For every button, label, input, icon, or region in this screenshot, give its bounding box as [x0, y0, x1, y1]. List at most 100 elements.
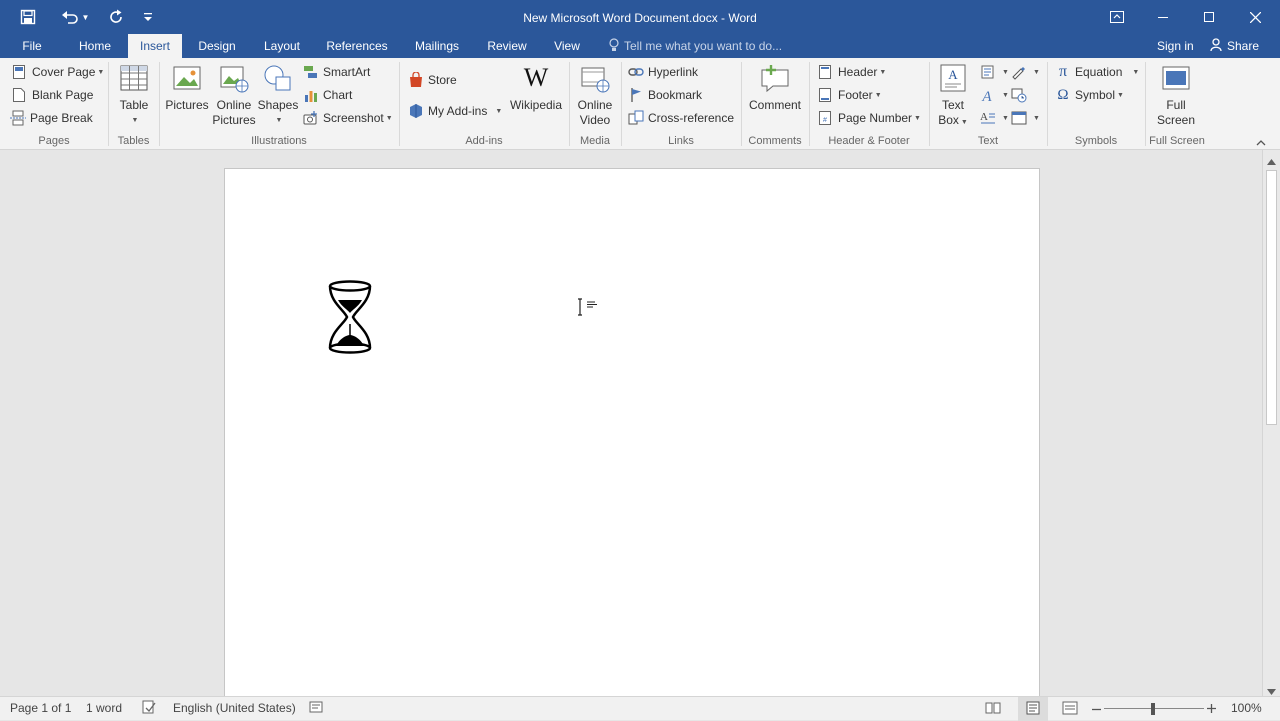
online-pictures-label-line2: Pictures: [212, 113, 256, 127]
full-screen-button[interactable]: Full Screen: [1152, 62, 1200, 128]
cross-reference-icon: [628, 110, 644, 126]
cover-page-button[interactable]: Cover Page ▼: [12, 62, 104, 82]
tab-file[interactable]: File: [12, 34, 52, 58]
zoom-level[interactable]: 100%: [1231, 697, 1262, 721]
cross-reference-label: Cross-reference: [648, 111, 735, 125]
word-count[interactable]: 1 word: [86, 697, 122, 721]
blank-page-button[interactable]: Blank Page: [12, 85, 93, 105]
bookmark-label: Bookmark: [648, 88, 703, 102]
save-icon: [20, 9, 36, 25]
language-indicator[interactable]: English (United States): [173, 697, 296, 721]
online-video-label-line2: Video: [579, 113, 611, 127]
hyperlink-button[interactable]: Hyperlink: [628, 62, 698, 82]
table-button[interactable]: Table ▼: [114, 62, 154, 128]
shapes-button[interactable]: Shapes ▼: [257, 62, 299, 128]
group-label-media: Media: [580, 135, 610, 147]
tab-home[interactable]: Home: [70, 34, 120, 58]
page-break-button[interactable]: Page Break: [10, 108, 93, 128]
plus-icon: [1207, 704, 1216, 713]
smartart-label: SmartArt: [323, 65, 371, 79]
chart-button[interactable]: Chart: [303, 85, 352, 105]
online-video-button[interactable]: Online Video: [573, 62, 617, 128]
symbol-button[interactable]: Ω Symbol ▼: [1055, 85, 1124, 105]
smartart-button[interactable]: SmartArt: [303, 62, 370, 82]
document-page[interactable]: [224, 168, 1040, 708]
zoom-slider-thumb[interactable]: [1151, 703, 1155, 715]
tab-mailings[interactable]: Mailings: [404, 34, 470, 58]
scroll-up-icon[interactable]: [1267, 154, 1276, 168]
table-dropdown-icon: ▼: [131, 117, 139, 124]
scrollbar-thumb[interactable]: [1266, 170, 1277, 425]
symbol-label: Symbol: [1075, 88, 1116, 102]
tab-insert[interactable]: Insert: [128, 34, 182, 58]
ribbon-display-options-button[interactable]: [1094, 0, 1140, 34]
sign-in-link[interactable]: Sign in: [1157, 34, 1194, 58]
zoom-out-button[interactable]: [1092, 697, 1101, 721]
quick-parts-button[interactable]: ▼: [980, 62, 1009, 82]
save-button[interactable]: [0, 2, 56, 32]
web-layout-button[interactable]: [1062, 697, 1078, 721]
quick-parts-icon: [980, 64, 996, 80]
person-icon: [1210, 38, 1222, 52]
share-button[interactable]: Share: [1210, 34, 1259, 58]
store-button[interactable]: Store: [408, 70, 457, 90]
wordart-button[interactable]: A ▼: [980, 85, 1009, 105]
screenshot-label: Screenshot: [323, 111, 384, 125]
undo-button[interactable]: ▼: [56, 2, 94, 32]
wordart-dropdown-icon: ▼: [1002, 91, 1009, 99]
wordart-icon: A: [980, 87, 996, 105]
tab-references[interactable]: References: [320, 34, 394, 58]
cross-reference-button[interactable]: Cross-reference: [628, 108, 734, 128]
my-addins-button[interactable]: My Add-ins ▼: [408, 101, 502, 121]
page-count[interactable]: Page 1 of 1: [10, 697, 71, 721]
tab-design[interactable]: Design: [190, 34, 244, 58]
page-number-button[interactable]: # Page Number ▼: [818, 108, 921, 128]
text-box-button[interactable]: A Text Box ▼: [934, 62, 972, 130]
signature-line-button[interactable]: ▼: [1011, 62, 1040, 82]
customize-qat-button[interactable]: [138, 2, 158, 32]
zoom-in-button[interactable]: [1207, 697, 1216, 721]
screenshot-button[interactable]: Screenshot ▼: [303, 108, 393, 128]
macro-recording-status[interactable]: [309, 697, 323, 721]
online-pictures-label-line1: Online: [216, 98, 252, 112]
online-pictures-button[interactable]: Online Pictures: [211, 62, 257, 128]
group-divider: [741, 62, 742, 146]
undo-dropdown-icon[interactable]: ▼: [82, 13, 90, 22]
read-mode-button[interactable]: [985, 697, 1001, 721]
date-time-button[interactable]: [1011, 85, 1031, 105]
group-divider: [569, 62, 570, 146]
object-button[interactable]: ▼: [1011, 108, 1040, 128]
proofing-status[interactable]: [142, 697, 156, 721]
pictures-button[interactable]: Pictures: [164, 62, 210, 113]
tell-me-search[interactable]: Tell me what you want to do...: [608, 34, 782, 58]
share-label: Share: [1227, 39, 1260, 53]
group-label-links: Links: [668, 135, 694, 147]
maximize-button[interactable]: [1186, 0, 1232, 34]
close-icon: [1249, 11, 1261, 23]
online-video-icon: [579, 62, 611, 94]
cover-page-icon: [12, 64, 28, 80]
footer-button[interactable]: Footer ▼: [818, 85, 882, 105]
bookmark-button[interactable]: Bookmark: [628, 85, 702, 105]
collapse-ribbon-button[interactable]: [1256, 136, 1266, 150]
vertical-scrollbar[interactable]: [1262, 150, 1280, 696]
tab-layout[interactable]: Layout: [254, 34, 310, 58]
drop-cap-button[interactable]: A ▼: [980, 108, 1009, 128]
shapes-icon: [262, 62, 294, 94]
group-divider: [809, 62, 810, 146]
redo-button[interactable]: [94, 2, 138, 32]
svg-text:A: A: [948, 67, 958, 82]
macro-icon: [309, 701, 323, 713]
comment-button[interactable]: Comment: [746, 62, 804, 113]
close-button[interactable]: [1232, 0, 1278, 34]
quick-parts-dropdown-icon: ▼: [1002, 68, 1009, 76]
wikipedia-button[interactable]: W Wikipedia: [508, 62, 564, 113]
tab-review[interactable]: Review: [480, 34, 534, 58]
print-layout-button[interactable]: [1018, 697, 1048, 721]
header-button[interactable]: Header ▼: [818, 62, 886, 82]
cover-page-label: Cover Page: [32, 65, 96, 79]
tab-view[interactable]: View: [546, 34, 588, 58]
equation-button[interactable]: π Equation ▼: [1055, 62, 1139, 82]
zoom-slider[interactable]: [1104, 697, 1204, 721]
minimize-button[interactable]: [1140, 0, 1186, 34]
